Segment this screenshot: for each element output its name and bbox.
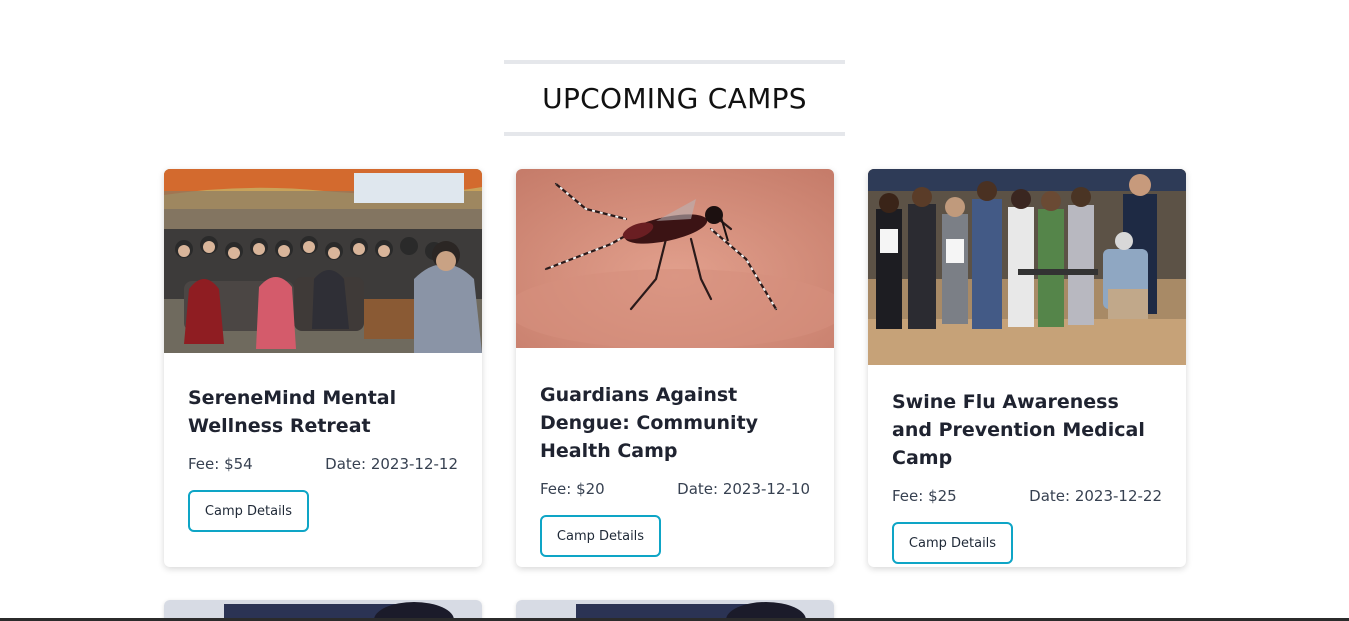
camp-card: Swine Flu Awareness and Prevention Medic… [868,169,1186,567]
camp-meta: Fee: $54 Date: 2023-12-12 [188,455,458,473]
camp-date: Date: 2023-12-12 [325,455,458,473]
camp-card: SereneMind Mental Wellness Retreat Fee: … [164,169,482,567]
camp-meta: Fee: $25 Date: 2023-12-22 [892,487,1162,505]
section-title: UPCOMING CAMPS [542,81,807,115]
camp-image-crowd-meeting [164,169,482,353]
camp-image-students-line [868,169,1186,365]
section-header: UPCOMING CAMPS [504,60,845,136]
camp-fee: Fee: $25 [892,487,957,505]
camp-fee: Fee: $20 [540,480,605,498]
camp-fee: Fee: $54 [188,455,253,473]
camp-details-button[interactable]: Camp Details [892,522,1013,564]
camp-title: Guardians Against Dengue: Community Heal… [540,384,759,462]
camp-image-mosquito [516,169,834,348]
camp-meta: Fee: $20 Date: 2023-12-10 [540,480,810,498]
camp-details-button[interactable]: Camp Details [540,515,661,557]
camp-details-button[interactable]: Camp Details [188,490,309,532]
camp-title: Swine Flu Awareness and Prevention Medic… [892,391,1145,469]
camp-date: Date: 2023-12-22 [1029,487,1162,505]
camp-title: SereneMind Mental Wellness Retreat [188,387,397,437]
camp-date: Date: 2023-12-10 [677,480,810,498]
camp-card: Guardians Against Dengue: Community Heal… [516,169,834,567]
